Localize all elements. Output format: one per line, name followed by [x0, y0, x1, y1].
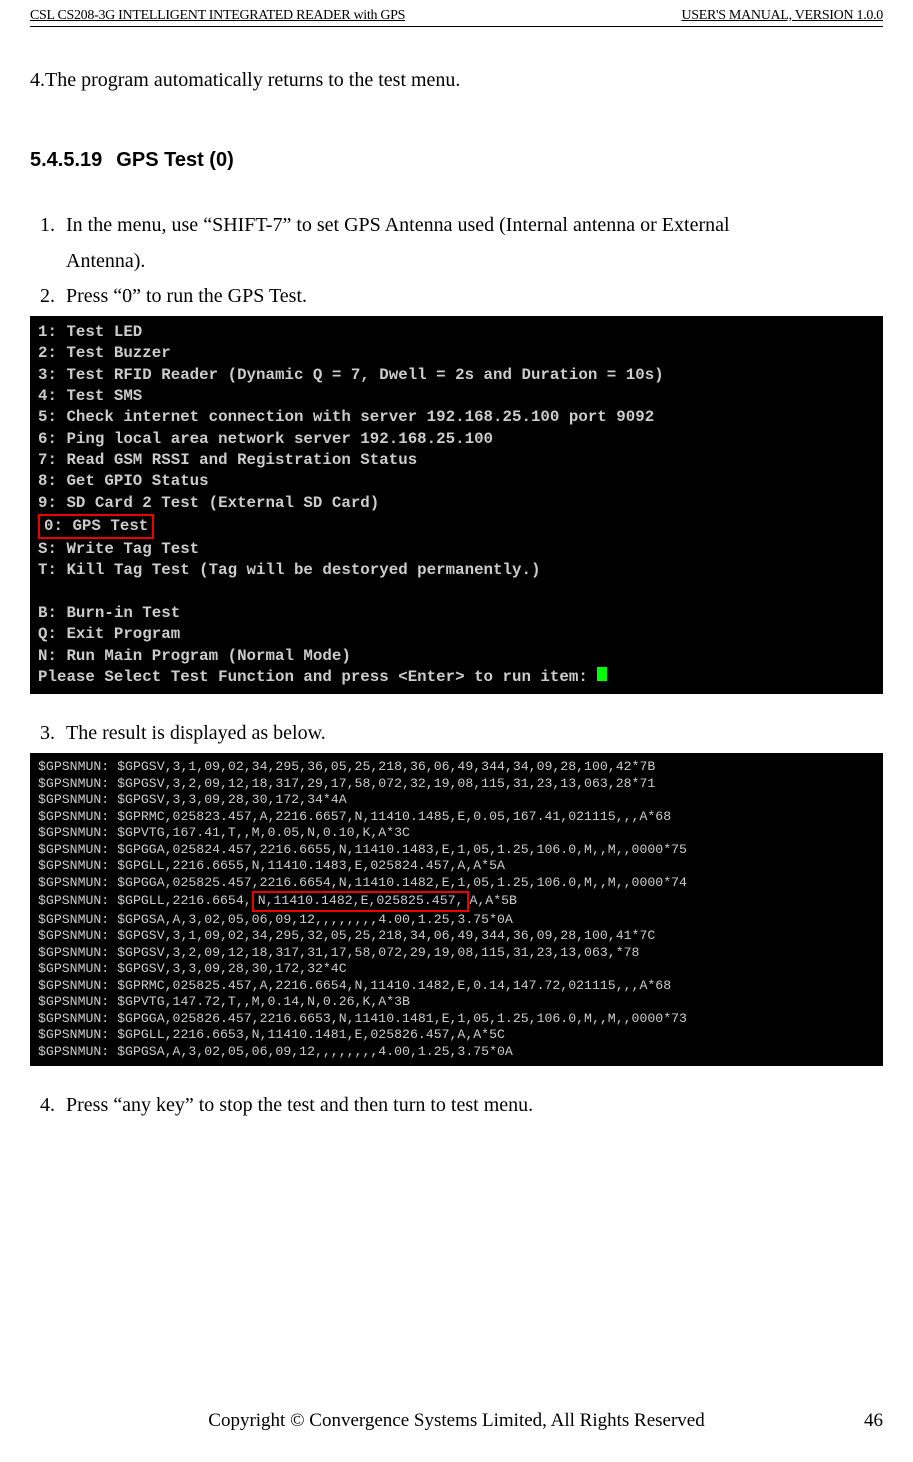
- page-number: 46: [864, 1410, 883, 1432]
- section-heading: 5.4.5.19 GPS Test (0): [30, 149, 883, 172]
- step-2: Press “0” to run the GPS Test.: [60, 285, 883, 308]
- page-footer: Copyright © Convergence Systems Limited,…: [0, 1410, 913, 1432]
- header-left: CSL CS208-3G INTELLIGENT INTEGRATED READ…: [30, 8, 405, 24]
- cursor: [597, 667, 607, 681]
- prev-step-line: 4.The program automatically returns to t…: [30, 67, 883, 94]
- highlighted-gps-test: 0: GPS Test: [38, 514, 154, 539]
- step-4: Press “any key” to stop the test and the…: [60, 1094, 883, 1117]
- header-right: USER'S MANUAL, VERSION 1.0.0: [681, 8, 883, 24]
- step-3: The result is displayed as below.: [60, 722, 883, 745]
- step-1: In the menu, use “SHIFT-7” to set GPS An…: [60, 207, 883, 279]
- footer-copyright: Copyright © Convergence Systems Limited,…: [208, 1410, 704, 1431]
- terminal-result: $GPSNMUN: $GPGSV,3,1,09,02,34,295,36,05,…: [30, 753, 883, 1066]
- section-title: GPS Test (0): [116, 149, 233, 171]
- section-num: 5.4.5.19: [30, 149, 102, 171]
- highlighted-gps-coordinates: N,11410.1482,E,025825.457,: [252, 891, 470, 912]
- terminal-menu: 1: Test LED 2: Test Buzzer 3: Test RFID …: [30, 316, 883, 694]
- page-header: CSL CS208-3G INTELLIGENT INTEGRATED READ…: [30, 8, 883, 27]
